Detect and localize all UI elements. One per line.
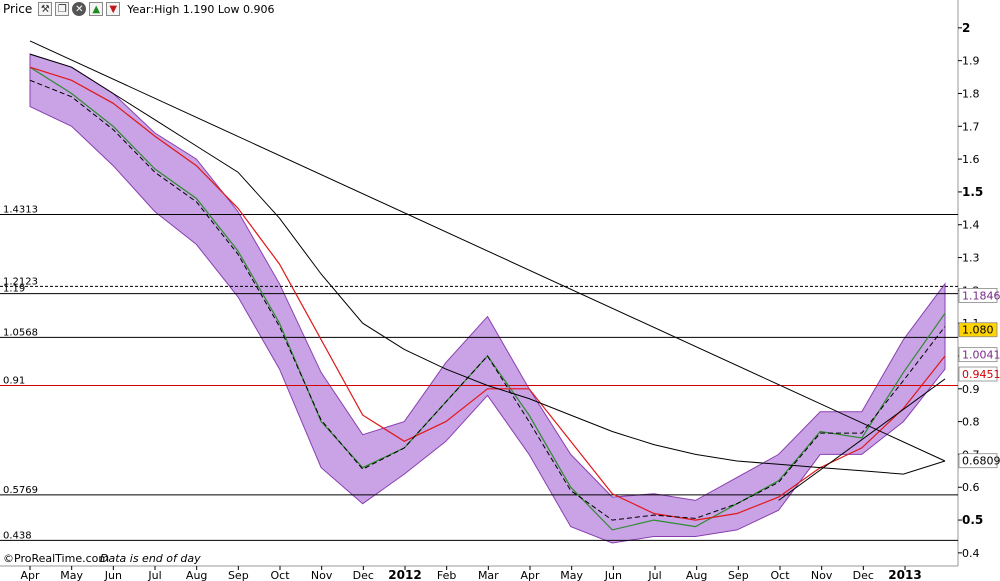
x-tick-label: Jul	[647, 569, 661, 581]
value-label: 1.1846	[962, 289, 1000, 302]
level-label: 0.438	[3, 530, 32, 541]
y-tick-label: 1.7	[962, 120, 980, 133]
y-tick-label: 1.4	[962, 219, 980, 232]
y-tick-label: 2	[962, 21, 970, 35]
x-tick-label: Feb	[437, 569, 456, 581]
x-tick-label: Aug	[186, 569, 207, 581]
x-tick-label: Dec	[353, 569, 374, 581]
x-tick-label: Jun	[604, 569, 622, 581]
y-tick-label: 0.6	[962, 481, 980, 494]
level-label: 0.5769	[3, 485, 38, 496]
x-tick-label: May	[60, 569, 83, 581]
x-axis-ticks: Apr May Jun Jul Aug Sep Oct Nov Dec 2012 Feb Mar Apr…	[20, 566, 922, 581]
x-tick-label: May	[560, 569, 583, 581]
y-tick-label: 1.9	[962, 55, 980, 68]
x-tick-label: Apr	[20, 569, 40, 581]
x-tick-label: Jul	[147, 569, 161, 581]
x-tick-label: Dec	[853, 569, 874, 581]
x-tick-label: Sep	[728, 569, 749, 581]
x-tick-label: 2013	[888, 568, 921, 581]
x-tick-label: Aug	[686, 569, 707, 581]
y-tick-label: 0.9	[962, 383, 980, 396]
x-tick-label: Nov	[811, 569, 833, 581]
right-value-labels: 1.1846 1.080 1.0041 0.9451 0.6809	[958, 288, 1000, 469]
y-tick-label: 1.6	[962, 153, 980, 166]
footer-note: Data is end of day	[100, 552, 201, 565]
x-tick-label: Oct	[770, 569, 790, 581]
x-tick-label: Mar	[478, 569, 499, 581]
x-tick-label: 2012	[388, 568, 421, 581]
x-tick-label: Nov	[311, 569, 333, 581]
plot-area	[0, 18, 958, 566]
y-tick-label: 1.3	[962, 252, 980, 265]
y-tick-label: 0.5	[962, 513, 983, 527]
x-tick-label: Oct	[270, 569, 290, 581]
level-label: 0.91	[3, 376, 25, 387]
level-label: 1.4313	[3, 204, 38, 215]
value-label: 1.080	[962, 324, 994, 337]
x-tick-label: Jun	[104, 569, 122, 581]
footer-brand: ©ProRealTime.com	[3, 552, 109, 565]
y-tick-label: 0.8	[962, 416, 980, 429]
value-label: 1.0041	[962, 349, 1000, 362]
value-label: 0.9451	[962, 368, 1000, 381]
level-label: 1.0568	[3, 327, 38, 338]
y-tick-label: 1.5	[962, 185, 983, 199]
x-tick-label: Sep	[228, 569, 249, 581]
y-tick-label: 0.4	[962, 547, 980, 560]
value-label: 0.6809	[962, 455, 1000, 468]
y-tick-label: 1.8	[962, 87, 980, 100]
level-label: 1.19	[3, 284, 25, 295]
price-chart: 1.43131.21231.191.05680.910.57690.438 0.…	[0, 0, 1000, 581]
x-tick-label: Apr	[520, 569, 540, 581]
